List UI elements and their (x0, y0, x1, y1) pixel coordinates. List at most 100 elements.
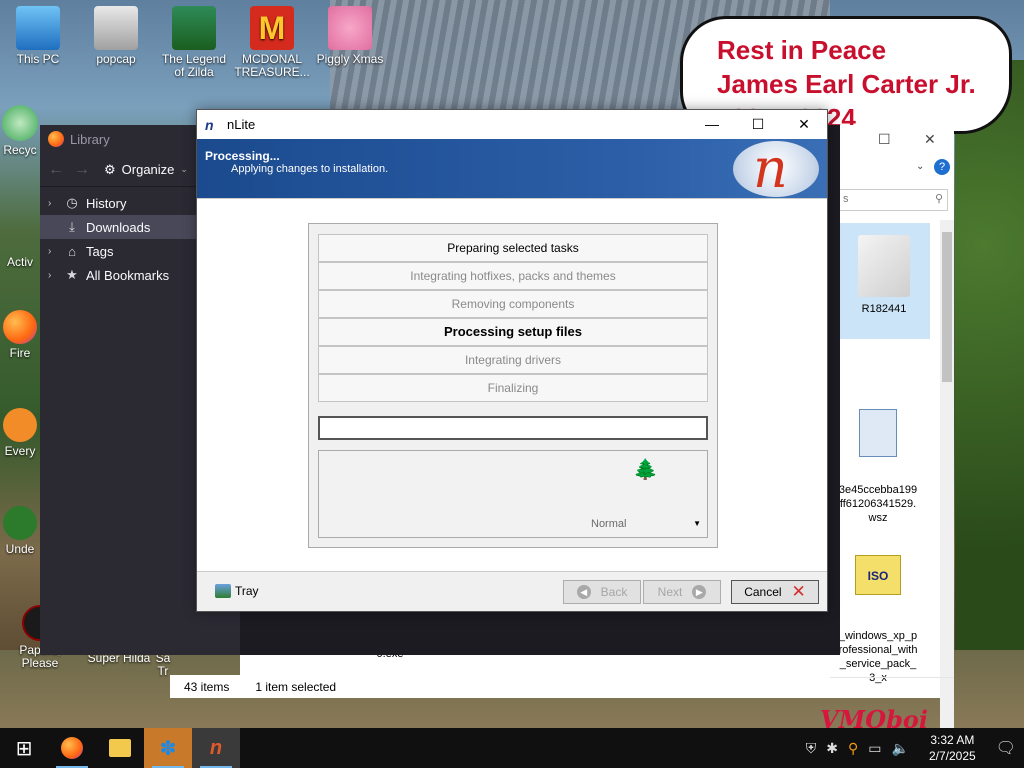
desktop-icon-undertale[interactable]: Unde (0, 506, 40, 556)
log-area: 🌲 Normal ▼ (318, 450, 708, 538)
firefox-icon (48, 131, 64, 147)
file-item[interactable]: R182441 (838, 223, 930, 339)
game-icon (172, 6, 216, 50)
clock-icon: ◷ (66, 195, 78, 210)
search-icon: ⚲ (934, 193, 943, 205)
download-icon: ⤓ (69, 219, 75, 234)
expand-arrow-icon[interactable]: › (48, 246, 58, 257)
step-removing-components: Removing components (318, 290, 708, 318)
cancel-button[interactable]: Cancel ✕ (731, 580, 819, 604)
start-button[interactable]: ⊞ (0, 728, 48, 768)
tray-icon (215, 584, 231, 598)
msn-taskbar-button[interactable]: ✽ (144, 728, 192, 768)
folder-icon (858, 235, 910, 297)
nlite-taskbar-button[interactable]: n (192, 728, 240, 768)
nlite-logo-icon: n (205, 116, 214, 133)
selected-count: 1 item selected (255, 679, 337, 694)
rip-line-2: James Earl Carter Jr. (717, 69, 976, 99)
clock-time: 3:32 AM (930, 733, 975, 747)
recycle-bin-icon (2, 105, 38, 141)
step-processing-setup-files: Processing setup files (318, 318, 708, 346)
chevron-down-icon: ⌄ (180, 164, 188, 174)
firefox-icon (61, 737, 83, 759)
rip-line-1: Rest in Peace (717, 35, 887, 65)
maximize-icon[interactable]: ☐ (878, 131, 891, 148)
maximize-icon[interactable]: ☐ (735, 116, 781, 133)
desktop-icon-recycle-bin[interactable]: Recyc (0, 105, 40, 157)
search-input[interactable]: s ⚲ (838, 189, 948, 211)
expand-arrow-icon[interactable]: › (48, 198, 58, 209)
scrollbar-thumb[interactable] (942, 232, 952, 382)
flower-icon (3, 506, 37, 540)
progress-bar (318, 416, 708, 440)
minimize-icon[interactable]: — (689, 116, 735, 133)
next-button[interactable]: Next ▶ (643, 580, 721, 604)
firefox-taskbar-button[interactable] (48, 728, 96, 768)
organize-menu[interactable]: ⚙ Organize ⌄ (104, 162, 188, 178)
priority-select[interactable]: Normal ▼ (587, 515, 705, 533)
desktop-icon-mcdonald-treasure[interactable]: M MCDONAL TREASURE... (234, 6, 310, 79)
system-tray: ⛨ ✱ ⚲ ▭ 🔈 3:32 AM 2/7/2025 🗨 (806, 732, 1024, 764)
close-icon: ✕ (791, 582, 806, 601)
gear-icon: ⚙ (104, 161, 116, 177)
msn-butterfly-icon: ✽ (159, 737, 177, 760)
taskbar: ⊞ ✽ n ⛨ ✱ ⚲ ▭ 🔈 3:32 AM 2/7/2025 🗨 (0, 728, 1024, 768)
tray-button[interactable]: Tray (215, 584, 259, 598)
computer-icon (16, 6, 60, 50)
expand-arrow-icon[interactable]: › (48, 270, 58, 281)
tag-icon: ⌂ (68, 243, 76, 259)
nlite-logo-large-icon: n (733, 137, 819, 200)
back-arrow-icon: ◀ (576, 585, 591, 599)
file-icon (859, 409, 897, 457)
step-integrating-drivers: Integrating drivers (318, 346, 708, 374)
folder-icon (109, 739, 131, 757)
step-integrating-hotfixes: Integrating hotfixes, packs and themes (318, 262, 708, 290)
desktop-icon-activ[interactable]: Activ (0, 222, 40, 269)
action-center-shield-icon[interactable]: ⛨ (806, 740, 817, 757)
back-arrow-icon[interactable]: ← (48, 161, 64, 179)
desktop-icon-piggly-xmas[interactable]: Piggly Xmas (312, 6, 388, 66)
nlite-window: n nLite — ☐ ✕ Processing... Applying cha… (196, 109, 828, 612)
background-tree (955, 60, 1024, 680)
back-button[interactable]: ◀ Back (563, 580, 641, 604)
library-title: Library (70, 131, 110, 147)
explorer-status-bar: 43 items 1 item selected (170, 675, 830, 698)
nlite-footer: Tray ◀ Back Next ▶ Cancel ✕ (197, 572, 827, 612)
search-app-icon (3, 408, 37, 442)
search-icon[interactable]: ⚲ (848, 740, 858, 757)
desktop-icon-legend-of-zilda[interactable]: The Legend of Zilda (156, 6, 232, 79)
help-icon[interactable]: ? (934, 159, 950, 175)
volume-icon[interactable]: 🔈 (892, 740, 909, 757)
step-finalizing: Finalizing (318, 374, 708, 402)
christmas-tree-icon: 🌲 (633, 459, 658, 481)
file-explorer-taskbar-button[interactable] (96, 728, 144, 768)
star-icon: ★ (66, 267, 78, 282)
desktop-icon-this-pc[interactable]: This PC (0, 6, 76, 66)
processing-subtitle: Applying changes to installation. (231, 163, 389, 175)
desktop-icon-firefox[interactable]: Fire (0, 310, 40, 360)
firefox-icon (3, 310, 37, 344)
notification-icon[interactable]: 🗨 (996, 738, 1016, 758)
malware-icon[interactable]: ✱ (826, 740, 838, 757)
processing-title: Processing... (205, 149, 280, 163)
desktop-icon-everything[interactable]: Every (0, 408, 40, 458)
file-item[interactable]: 3e45ccebba199ff61206341529.wsz (838, 387, 918, 524)
mcdonalds-icon: M (250, 6, 294, 50)
file-item[interactable]: ISO _windows_xp_professional_with_servic… (838, 533, 918, 684)
nlite-title: nLite (227, 117, 256, 132)
chevron-down-icon: ▼ (693, 519, 701, 528)
clock[interactable]: 3:32 AM 2/7/2025 (929, 732, 976, 764)
nlite-body: Preparing selected tasks Integrating hot… (197, 198, 827, 572)
chevron-down-icon[interactable]: ⌄ (916, 161, 924, 172)
iso-icon: ISO (855, 555, 901, 595)
step-preparing: Preparing selected tasks (318, 234, 708, 262)
desktop-icon-popcap[interactable]: popcap (78, 6, 154, 66)
view-toggle[interactable] (828, 677, 954, 697)
forward-arrow-icon[interactable]: → (74, 161, 90, 179)
close-icon[interactable]: ✕ (924, 131, 936, 148)
processing-panel: Preparing selected tasks Integrating hot… (308, 223, 718, 548)
close-icon[interactable]: ✕ (781, 116, 827, 133)
popcap-icon (94, 6, 138, 50)
network-icon[interactable]: ▭ (868, 740, 881, 757)
clock-date: 2/7/2025 (928, 749, 976, 763)
